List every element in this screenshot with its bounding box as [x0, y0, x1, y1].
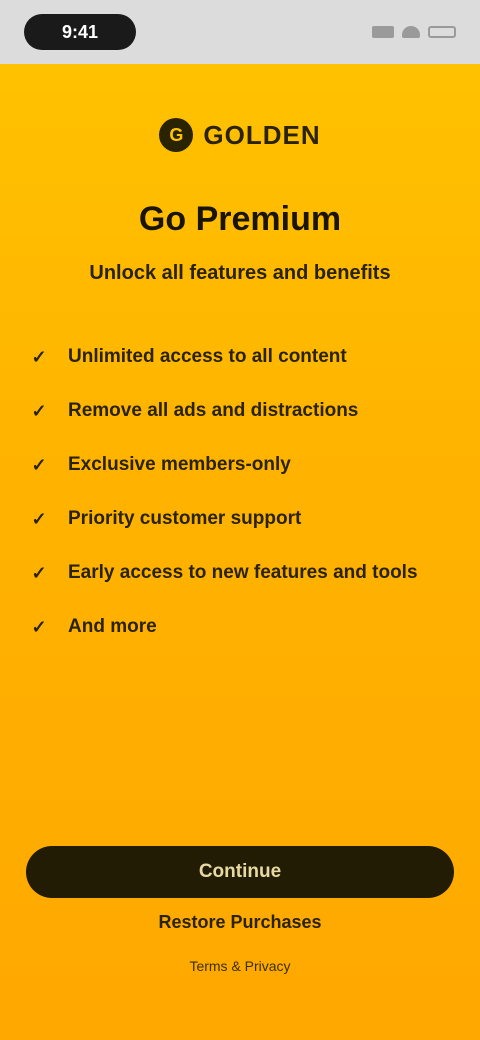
check-icon: ✓ [31, 400, 47, 421]
feature-label: Early access to new features and tools [68, 562, 418, 583]
restore-purchases-link[interactable]: Restore Purchases [0, 912, 480, 933]
status-bar: 9:41 [0, 0, 480, 64]
check-icon: ✓ [31, 562, 47, 583]
list-item: ✓ Unlimited access to all content [28, 330, 452, 384]
terms-link[interactable]: Terms & Privacy [0, 958, 480, 974]
status-icons [372, 26, 456, 38]
list-item: ✓ Exclusive members-only [28, 438, 452, 492]
feature-label: Exclusive members-only [68, 454, 291, 475]
check-icon: ✓ [31, 346, 47, 367]
battery-icon [428, 26, 456, 38]
continue-button[interactable]: Continue [26, 846, 454, 898]
feature-label: Remove all ads and distractions [68, 400, 359, 421]
brand-logo-text: GOLDEN [203, 119, 321, 150]
list-item: ✓ Priority customer support [28, 492, 452, 546]
list-item: ✓ And more [28, 600, 452, 654]
feature-label: Unlimited access to all content [68, 346, 347, 367]
brand-logo: G GOLDEN [0, 118, 480, 152]
signal-icon [372, 26, 394, 38]
status-time: 9:41 [24, 14, 136, 50]
check-icon: ✓ [31, 454, 47, 475]
feature-label: And more [68, 616, 157, 637]
brand-logo-icon: G [159, 118, 194, 152]
check-icon: ✓ [31, 616, 47, 637]
list-item: ✓ Early access to new features and tools [28, 546, 452, 600]
check-icon: ✓ [31, 508, 47, 529]
list-item: ✓ Remove all ads and distractions [28, 384, 452, 438]
feature-list: ✓ Unlimited access to all content ✓ Remo… [28, 330, 452, 654]
page-title: Go Premium [138, 200, 342, 238]
page-subtitle: Unlock all features and benefits [89, 262, 391, 284]
feature-label: Priority customer support [68, 508, 302, 529]
wifi-icon [402, 26, 420, 38]
paywall-screen: 9:41 G GOLDEN Go Premium Unlock all feat… [0, 0, 480, 1040]
